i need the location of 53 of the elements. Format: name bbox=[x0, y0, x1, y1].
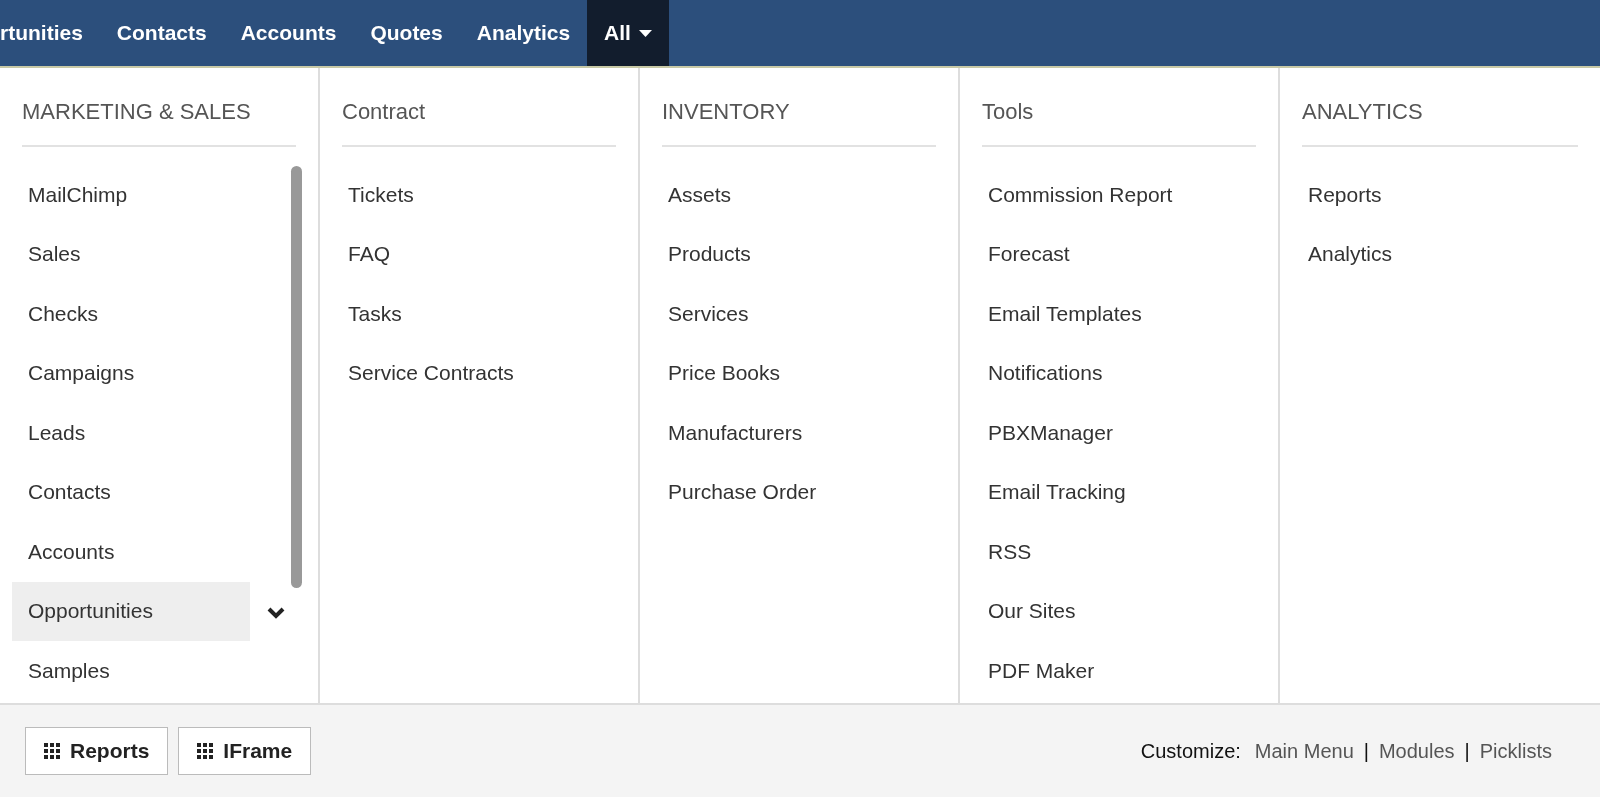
menu-item[interactable]: Opportunities bbox=[12, 581, 250, 641]
menu-item[interactable]: Assets bbox=[652, 165, 936, 225]
scrollbar-thumb[interactable] bbox=[291, 166, 302, 588]
app-button[interactable]: Reports bbox=[25, 727, 169, 775]
nav-tab[interactable]: rtunities bbox=[0, 0, 100, 66]
column-heading: ANALYTICS bbox=[1302, 99, 1578, 147]
menu-item[interactable]: Samples bbox=[12, 641, 250, 701]
menu-item[interactable]: Leads bbox=[12, 403, 250, 463]
customize-label: Customize: bbox=[1140, 739, 1241, 763]
nav-tab[interactable]: Accounts bbox=[223, 0, 354, 66]
menu-item[interactable]: Notifications bbox=[972, 343, 1256, 403]
menu-item[interactable]: PDF Maker bbox=[972, 641, 1256, 701]
menu-item[interactable]: Price Books bbox=[652, 343, 936, 403]
menu-item[interactable]: RSS bbox=[972, 522, 1256, 582]
menu-item[interactable]: Service Contracts bbox=[332, 343, 616, 403]
menu-item[interactable]: Campaigns bbox=[12, 343, 250, 403]
nav-tab[interactable]: Analytics bbox=[459, 0, 588, 66]
column-heading: Contract bbox=[342, 99, 616, 147]
menu-item[interactable]: Services bbox=[652, 284, 936, 344]
column-heading: Tools bbox=[982, 99, 1256, 147]
link-separator: | bbox=[1363, 739, 1369, 763]
nav-tab[interactable]: Contacts bbox=[99, 0, 224, 66]
menu-item[interactable]: Accounts bbox=[12, 522, 250, 582]
menu-item[interactable]: Our Sites bbox=[972, 581, 1256, 641]
grid-icon bbox=[197, 743, 214, 759]
menu-item[interactable]: PBXManager bbox=[972, 403, 1256, 463]
menu-item[interactable]: Checks bbox=[12, 284, 250, 344]
customize-link[interactable]: Picklists bbox=[1479, 739, 1552, 763]
column-heading: INVENTORY bbox=[662, 99, 936, 147]
customize-link[interactable]: Modules bbox=[1378, 739, 1455, 763]
menu-item[interactable]: MailChimp bbox=[12, 165, 250, 225]
nav-tab[interactable]: Quotes bbox=[353, 0, 460, 66]
menu-item[interactable]: Products bbox=[652, 224, 936, 284]
menu-item[interactable]: Email Tracking bbox=[972, 462, 1256, 522]
app-button[interactable]: IFrame bbox=[178, 727, 312, 775]
column-heading: MARKETING & SALES bbox=[22, 99, 296, 147]
menu-item[interactable]: Analytics bbox=[1292, 224, 1578, 284]
menu-item[interactable]: Contacts bbox=[12, 462, 250, 522]
nav-tab[interactable]: All bbox=[587, 0, 669, 66]
link-separator: | bbox=[1464, 739, 1470, 763]
menu-item[interactable]: Email Templates bbox=[972, 284, 1256, 344]
menu-item[interactable]: Sales bbox=[12, 224, 250, 284]
menu-item[interactable]: FAQ bbox=[332, 224, 616, 284]
menu-item[interactable]: Tickets bbox=[332, 165, 616, 225]
menu-item[interactable]: Purchase Order bbox=[652, 462, 936, 522]
menu-item[interactable]: Forecast bbox=[972, 224, 1256, 284]
menu-item[interactable]: Commission Report bbox=[972, 165, 1256, 225]
menu-item[interactable]: Manufacturers bbox=[652, 403, 936, 463]
customize-link[interactable]: Main Menu bbox=[1254, 739, 1354, 763]
menu-item[interactable]: Tasks bbox=[332, 284, 616, 344]
menu-item[interactable]: Reports bbox=[1292, 165, 1578, 225]
grid-icon bbox=[44, 743, 60, 759]
chevron-down-icon[interactable] bbox=[267, 607, 285, 619]
